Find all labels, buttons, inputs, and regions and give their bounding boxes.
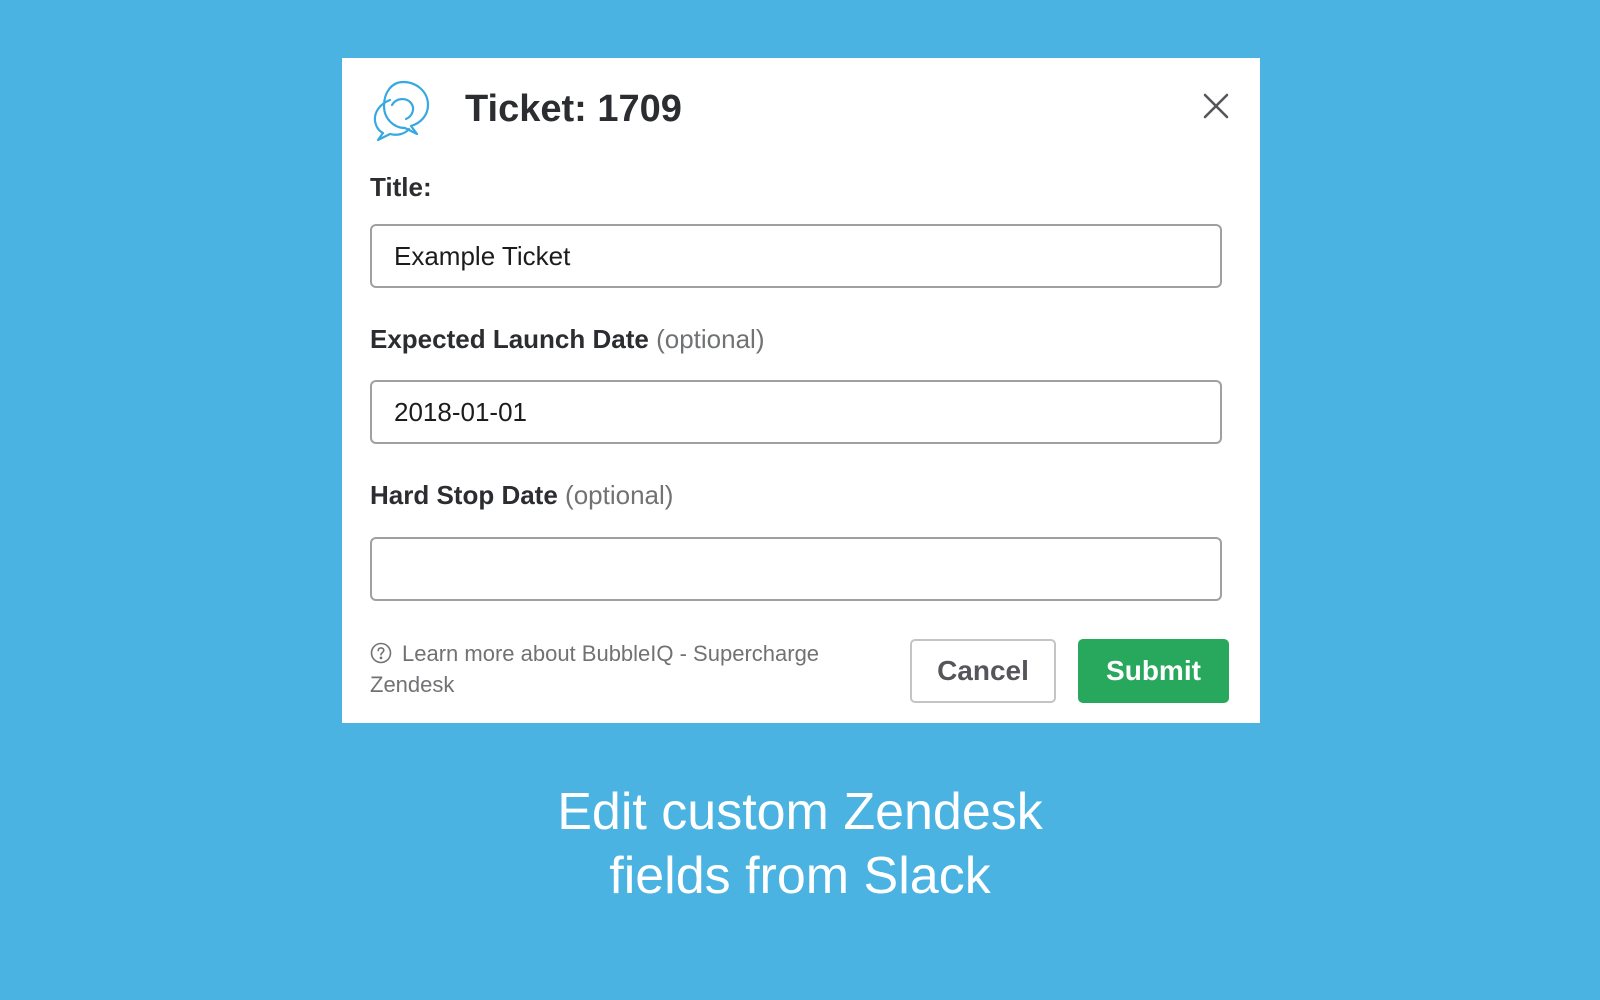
hard-stop-date-input[interactable] xyxy=(370,537,1222,601)
title-input[interactable] xyxy=(370,224,1222,288)
speech-bubbles-icon xyxy=(370,78,434,142)
caption-line-1: Edit custom Zendesk xyxy=(557,783,1043,841)
dialog-header: Ticket: 1709 xyxy=(370,78,1232,148)
dialog-title: Ticket: 1709 xyxy=(465,88,682,130)
title-label-text: Title: xyxy=(370,172,432,202)
expected-launch-date-input[interactable] xyxy=(370,380,1222,444)
launch-date-field-label: Expected Launch Date (optional) xyxy=(370,323,765,355)
help-link[interactable]: Learn more about BubbleIQ - Supercharge … xyxy=(370,638,870,700)
hard-stop-date-optional-text: (optional) xyxy=(565,480,674,510)
cancel-button[interactable]: Cancel xyxy=(910,639,1056,703)
close-icon[interactable] xyxy=(1200,90,1232,122)
launch-date-label-text: Expected Launch Date xyxy=(370,324,649,354)
hard-stop-date-field-label: Hard Stop Date (optional) xyxy=(370,479,673,511)
promo-caption: Edit custom Zendesk fields from Slack xyxy=(0,780,1600,908)
title-field-label: Title: xyxy=(370,171,432,203)
hard-stop-date-label-text: Hard Stop Date xyxy=(370,480,558,510)
question-circle-icon xyxy=(370,641,392,664)
ticket-dialog: Ticket: 1709 Title: Expected Launch Date… xyxy=(342,58,1260,723)
launch-date-optional-text: (optional) xyxy=(656,324,765,354)
caption-line-2: fields from Slack xyxy=(609,847,991,905)
submit-button[interactable]: Submit xyxy=(1078,639,1229,703)
help-link-text[interactable]: Learn more about BubbleIQ - Supercharge … xyxy=(370,641,819,697)
